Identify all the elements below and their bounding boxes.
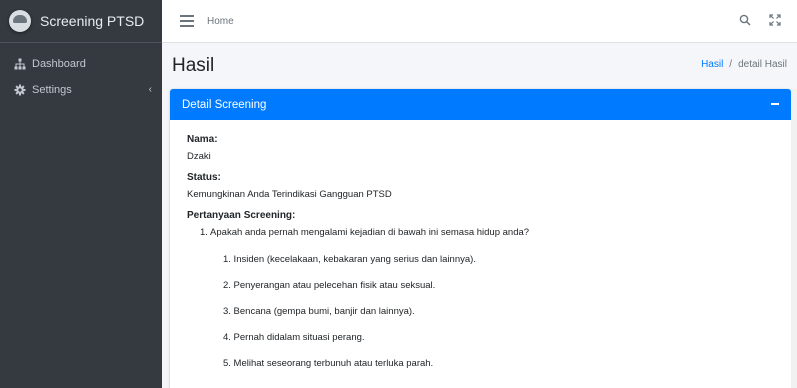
brand-link[interactable]: Screening PTSD — [0, 0, 162, 43]
brand-logo-icon — [9, 10, 31, 32]
status-value: Kemungkinan Anda Terindikasi Gangguan PT… — [187, 189, 392, 200]
question-sub-item: 3. Bencana (gempa bumi, banjir dan lainn… — [223, 306, 415, 317]
sidebar-item-dashboard[interactable]: Dashboard — [0, 51, 162, 77]
fullscreen-icon[interactable] — [769, 13, 781, 31]
sidebar-nav: Dashboard Settings ‹ — [0, 43, 162, 103]
question-main: 1. Apakah anda pernah mengalami kejadian… — [200, 227, 530, 238]
sidebar: Screening PTSD Dashboard Settings ‹ — [0, 0, 162, 388]
topbar: Home — [162, 0, 797, 43]
sidebar-item-settings[interactable]: Settings ‹ — [0, 77, 162, 103]
sidebar-item-label: Dashboard — [32, 58, 86, 70]
question-sub-item: 4. Pernah didalam situasi perang. — [223, 332, 365, 343]
brand-name: Screening PTSD — [40, 13, 145, 29]
sitemap-icon — [14, 58, 26, 70]
detail-screening-card: Detail Screening Nama: Dzaki Status: Kem… — [170, 89, 791, 388]
card-header: Detail Screening — [170, 89, 791, 120]
nama-label: Nama: — [187, 134, 218, 145]
collapse-minus-icon[interactable] — [771, 103, 779, 105]
card-body: Nama: Dzaki Status: Kemungkinan Anda Ter… — [170, 120, 791, 388]
page-scrollbar[interactable] — [791, 89, 797, 388]
page-title: Hasil — [172, 55, 215, 76]
breadcrumb-current: detail Hasil — [738, 59, 787, 70]
gear-icon — [14, 84, 26, 96]
home-link[interactable]: Home — [207, 16, 234, 27]
chevron-left-icon: ‹ — [148, 84, 152, 95]
pertanyaan-label: Pertanyaan Screening: — [187, 210, 296, 221]
question-sub-item: 5. Melihat seseorang terbunuh atau terlu… — [223, 358, 434, 369]
breadcrumb-link-hasil[interactable]: Hasil — [701, 59, 723, 70]
question-sub-item: 2. Penyerangan atau pelecehan fisik atau… — [223, 280, 436, 291]
search-icon[interactable] — [739, 13, 751, 31]
nama-value: Dzaki — [187, 151, 211, 162]
breadcrumb-separator: / — [729, 59, 733, 70]
topbar-actions — [739, 13, 781, 31]
menu-toggle-icon[interactable] — [180, 15, 194, 27]
sidebar-item-label: Settings — [32, 84, 72, 96]
breadcrumb: Hasil / detail Hasil — [701, 59, 787, 70]
question-sub-item: 1. Insiden (kecelakaan, kebakaran yang s… — [223, 254, 476, 265]
card-title: Detail Screening — [182, 98, 267, 111]
status-label: Status: — [187, 172, 221, 183]
